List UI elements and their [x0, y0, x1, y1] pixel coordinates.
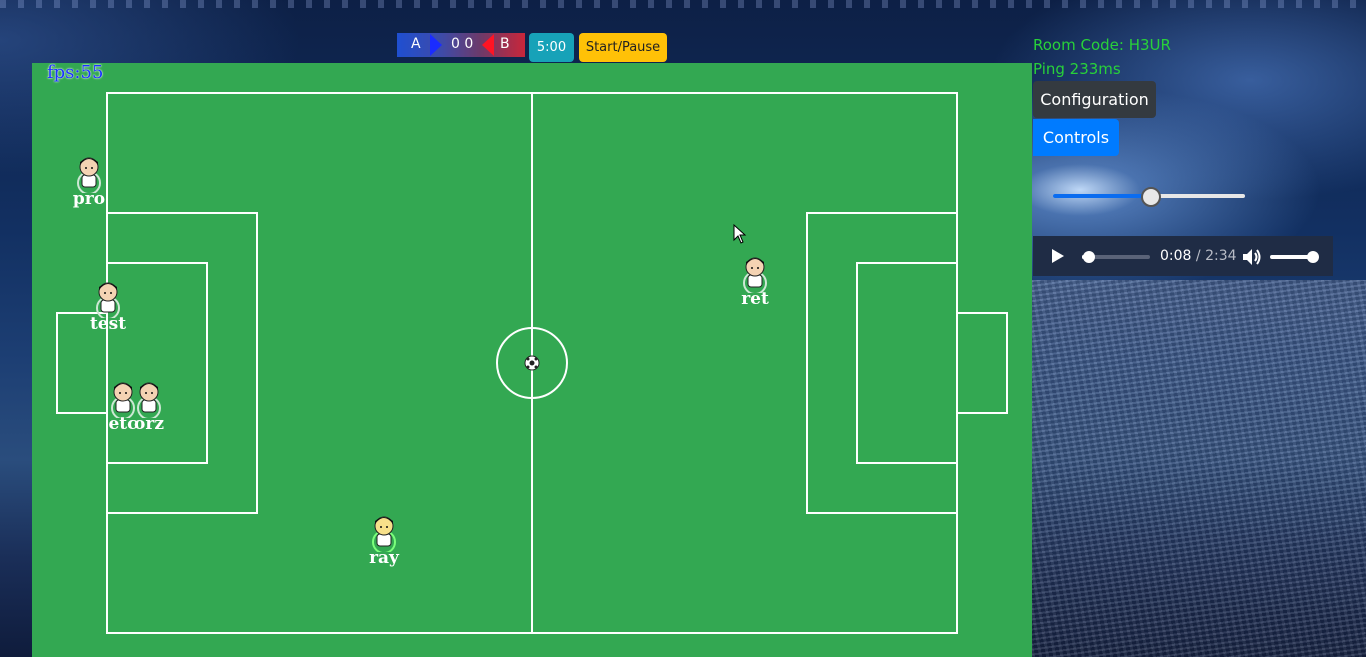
player-ray: ray [364, 512, 404, 572]
slider-thumb[interactable] [1141, 187, 1161, 207]
player-avatar-icon [372, 516, 396, 552]
audio-time-separator: / [1191, 248, 1206, 264]
team-a-label: A [411, 36, 421, 52]
settings-slider[interactable] [1053, 184, 1245, 208]
slider-fill [1053, 194, 1149, 198]
room-code: Room Code: H3UR [1033, 36, 1171, 54]
audio-current-time: 0:08 [1160, 248, 1192, 264]
play-icon[interactable] [1052, 249, 1064, 263]
right-goal [956, 312, 1008, 414]
stadium-roof-lights [0, 0, 1366, 8]
player-ret: ret [735, 253, 775, 313]
player-test: test [88, 278, 128, 338]
mouse-cursor-icon [733, 224, 747, 244]
player-avatar-icon [743, 257, 767, 293]
team-b-arrow-icon [482, 34, 494, 56]
audio-player: 0:08 / 2:34 [1033, 236, 1333, 276]
fps-counter: fps:55 [47, 63, 104, 83]
match-timer-button[interactable]: 5:00 [529, 33, 574, 62]
player-avatar-icon [137, 382, 161, 418]
stadium-crowd-background [1032, 280, 1366, 657]
start-pause-button[interactable]: Start/Pause [579, 33, 667, 62]
audio-time: 0:08 / 2:34 [1160, 248, 1237, 264]
player-name: test [89, 314, 127, 334]
audio-progress-thumb[interactable] [1083, 251, 1096, 263]
player-name: ret [741, 289, 769, 309]
game-canvas[interactable]: fps:55 pro test etc orz ray ret [32, 63, 1032, 657]
player-orz: orz [129, 378, 169, 438]
right-goal-area [856, 262, 958, 464]
left-penalty-area [106, 212, 258, 514]
player-name: ray [369, 548, 399, 568]
player-avatar-icon [77, 157, 101, 193]
player-avatar-icon [96, 282, 120, 318]
player-name: pro [72, 189, 106, 209]
team-b-label: B [500, 36, 510, 52]
volume-icon[interactable] [1242, 248, 1262, 266]
configuration-button[interactable]: Configuration [1033, 81, 1156, 118]
ping-display: Ping 233ms [1033, 60, 1121, 78]
pitch-lines [56, 92, 1008, 634]
score-display: 0 0 [451, 36, 474, 52]
player-pro: pro [69, 153, 109, 213]
volume-thumb[interactable] [1307, 251, 1319, 263]
player-name: orz [134, 414, 164, 434]
right-penalty-area [806, 212, 958, 514]
team-a-arrow-icon [430, 34, 442, 56]
audio-duration: 2:34 [1205, 248, 1237, 264]
scoreboard: A 0 0 B [397, 33, 525, 57]
ball [524, 355, 540, 371]
controls-button[interactable]: Controls [1033, 119, 1119, 156]
